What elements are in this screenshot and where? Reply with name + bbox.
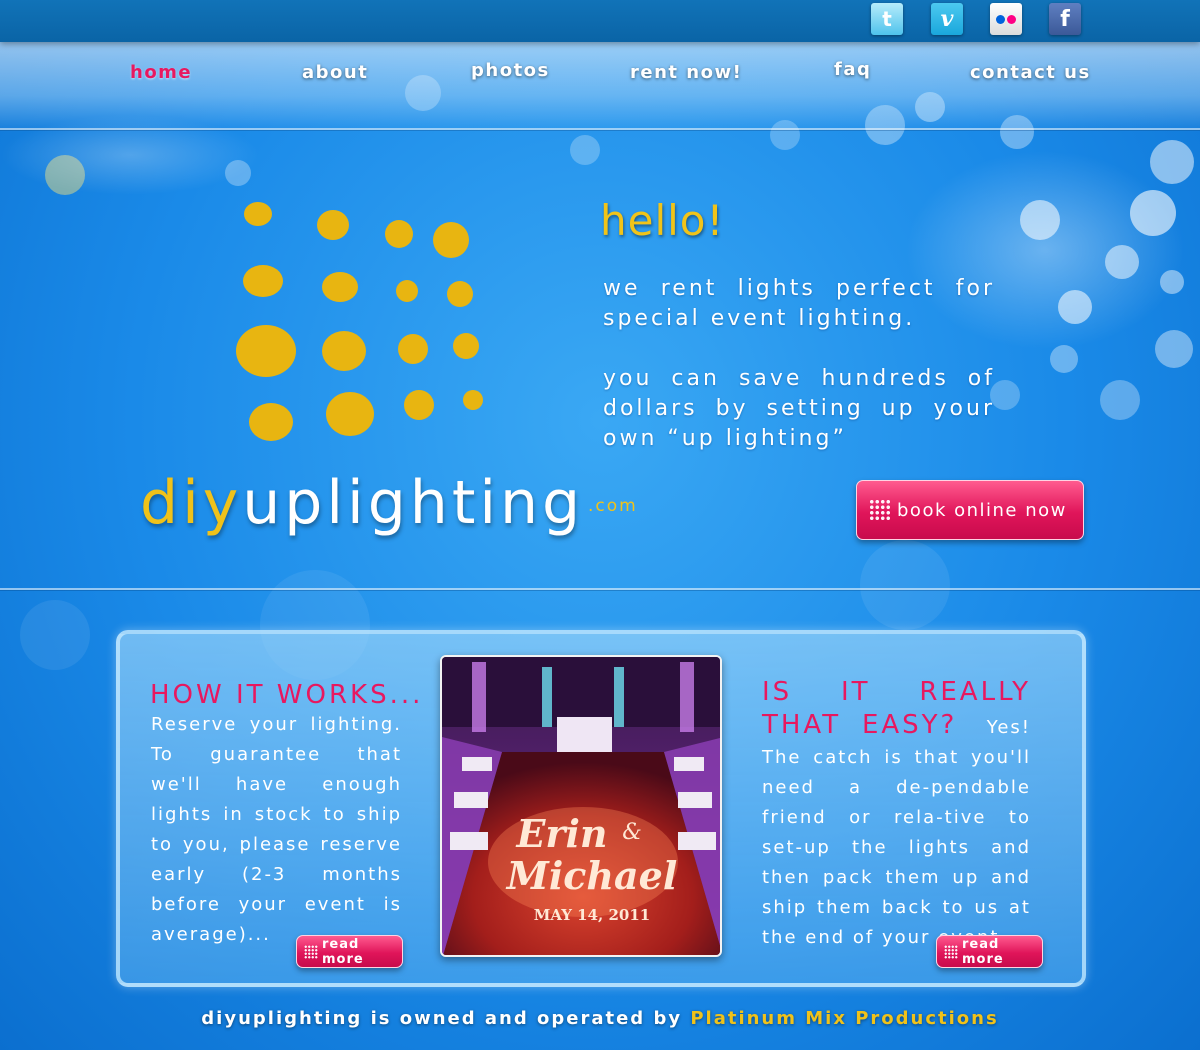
nav-home[interactable]: home: [130, 62, 192, 83]
nav-contact-us[interactable]: contact us: [970, 62, 1091, 83]
flickr-icon[interactable]: [990, 3, 1022, 35]
read-more-easy-button[interactable]: read more: [936, 935, 1043, 968]
brand-logo: diyuplighting: [140, 468, 584, 538]
footer-link[interactable]: Platinum Mix Productions: [690, 1008, 998, 1029]
nav-faq[interactable]: faq: [834, 59, 871, 80]
facebook-icon[interactable]: f: [1049, 3, 1081, 35]
how-it-works-title: HOW IT WORKS...: [150, 680, 424, 710]
twitter-icon[interactable]: t: [871, 3, 903, 35]
top-bar: t v f: [0, 0, 1200, 42]
photo-name-1: Erin: [515, 811, 607, 856]
nav-photos[interactable]: photos: [471, 60, 550, 81]
hero-intro-1: we rent lights perfect for special event…: [603, 276, 995, 331]
read-more-how-button[interactable]: read more: [296, 935, 403, 968]
photo-name-2: Michael: [505, 853, 678, 898]
hero-divider: [0, 588, 1200, 590]
photo-date: MAY 14, 2011: [534, 906, 651, 924]
book-online-button[interactable]: book online now: [856, 480, 1084, 540]
easy-text: Yes! The catch is that you'll need a de-…: [762, 717, 1032, 948]
brand-diy: diy: [140, 468, 243, 538]
dots-icon: [944, 944, 958, 959]
easy-section: IS IT REALLY THAT EASY? Yes! The catch i…: [762, 677, 1031, 953]
vimeo-icon[interactable]: v: [931, 3, 963, 35]
hero-intro-2: you can save hundreds of dollars by sett…: [603, 366, 995, 451]
read-more-label: read more: [962, 936, 1004, 967]
book-online-label: book online now: [897, 499, 1067, 521]
hero-hello: hello!: [600, 196, 725, 245]
brand-uplighting: uplighting: [242, 468, 585, 538]
event-photo: Erin & Michael MAY 14, 2011: [440, 655, 722, 957]
dots-icon: [869, 499, 891, 521]
footer: diyuplighting is owned and operated by P…: [0, 1008, 1200, 1029]
nav-rent-now[interactable]: rent now!: [630, 62, 742, 83]
footer-text: diyuplighting is owned and operated by: [201, 1008, 691, 1029]
main-nav: home about photos rent now! faq contact …: [0, 42, 1200, 132]
photo-ampersand: &: [622, 820, 642, 845]
nav-about[interactable]: about: [302, 62, 368, 83]
how-it-works-text: Reserve your lighting. To guarantee that…: [151, 714, 402, 945]
dots-icon: [304, 944, 318, 959]
read-more-label: read more: [322, 936, 364, 967]
brand-com: .com: [588, 496, 638, 516]
